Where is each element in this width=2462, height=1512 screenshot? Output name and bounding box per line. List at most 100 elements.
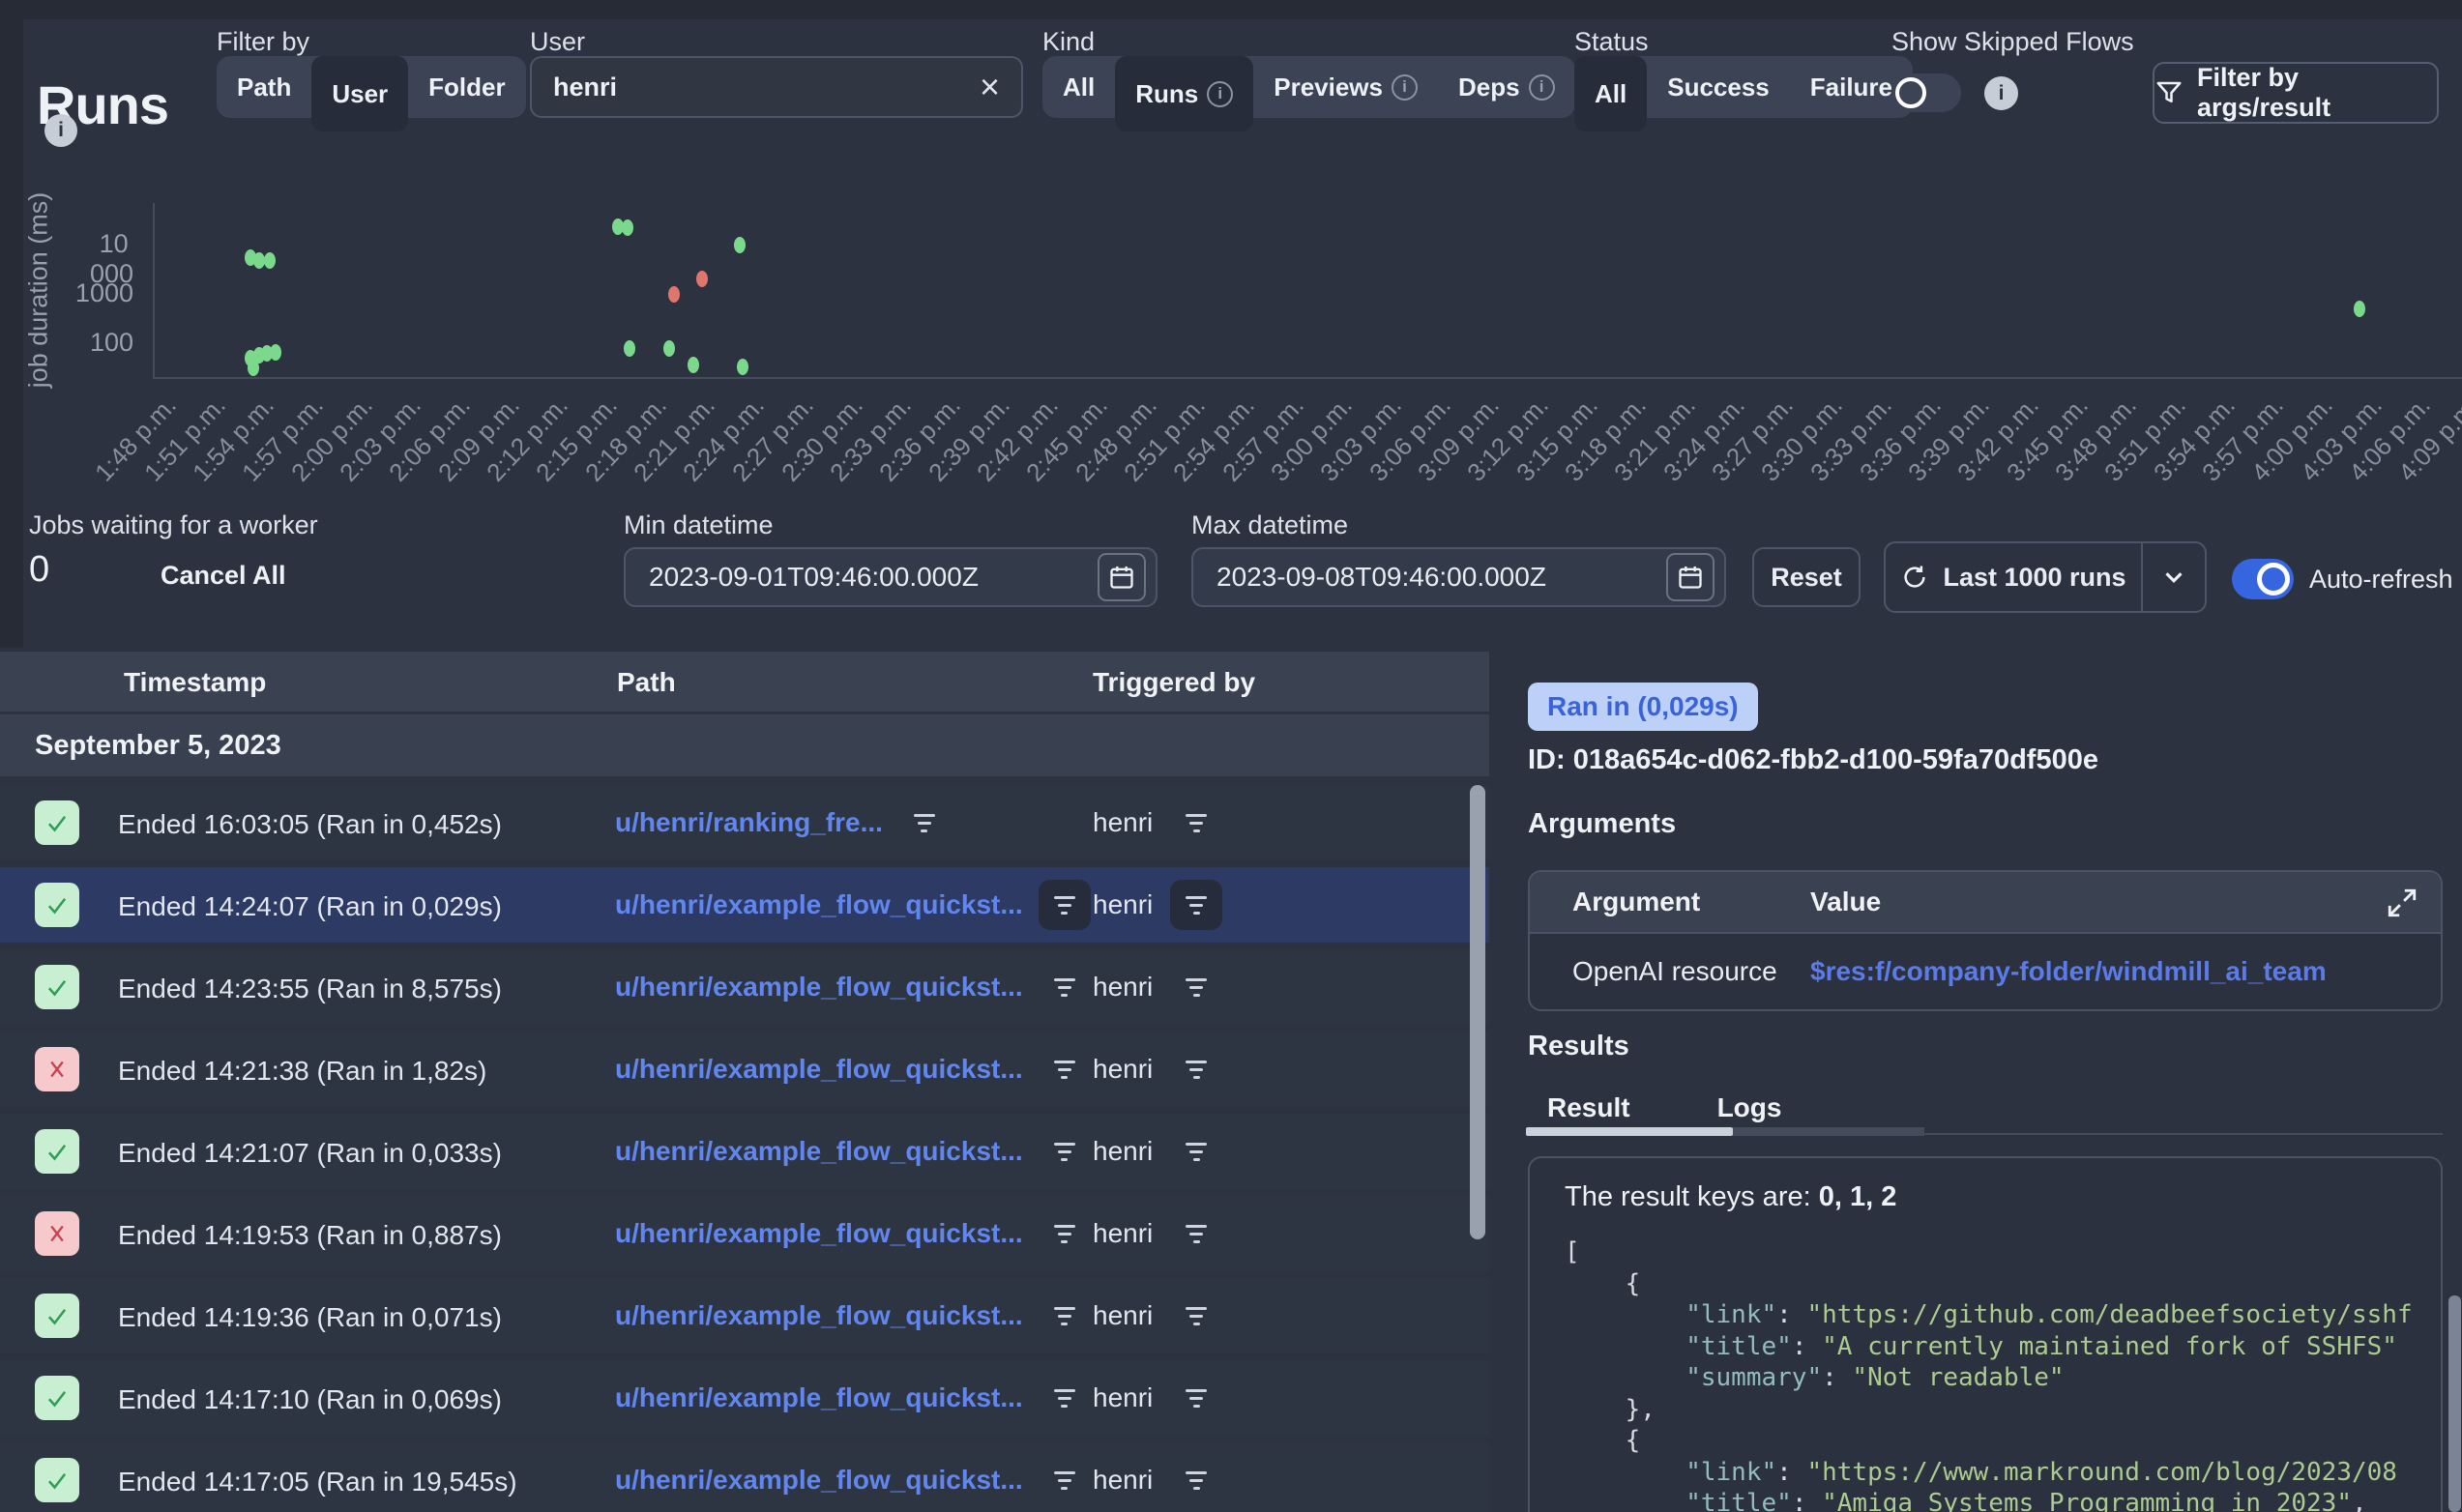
filter-lines-icon: [1054, 1307, 1075, 1325]
details-scrollbar-thumb[interactable]: [2448, 1295, 2461, 1512]
filter-by-option-path[interactable]: Path: [217, 56, 311, 118]
auto-refresh-label: Auto-refresh: [2309, 565, 2453, 595]
filter-by-path-button[interactable]: [1039, 1044, 1091, 1094]
scatter-point-success[interactable]: [734, 237, 746, 253]
filter-by-user-button[interactable]: [1170, 1126, 1222, 1177]
run-row[interactable]: Ended 16:03:05 (Ran in 0,452s)u/henri/ra…: [0, 785, 1489, 860]
show-skipped-toggle[interactable]: [1891, 73, 1961, 112]
run-path-link[interactable]: u/henri/example_flow_quickst...: [615, 972, 1023, 1003]
filter-by-user-button[interactable]: [1170, 1044, 1222, 1094]
run-row[interactable]: Ended 14:17:05 (Ran in 19,545s)u/henri/e…: [0, 1442, 1489, 1512]
scatter-point-failure[interactable]: [696, 271, 708, 287]
scatter-point-success[interactable]: [2354, 301, 2365, 317]
filter-by-user-button[interactable]: [1170, 880, 1222, 930]
expand-icon[interactable]: [2385, 886, 2419, 920]
kind-option-all[interactable]: All: [1042, 56, 1115, 118]
filter-by-path-button[interactable]: [1039, 880, 1091, 930]
show-skipped-info-icon[interactable]: i: [1984, 76, 2018, 110]
filter-by-user-button[interactable]: [1170, 1208, 1222, 1259]
run-row[interactable]: Ended 14:19:53 (Ran in 0,887s)u/henri/ex…: [0, 1196, 1489, 1271]
calendar-button[interactable]: [1098, 553, 1146, 601]
last-1000-runs-button[interactable]: Last 1000 runs: [1884, 541, 2207, 613]
run-path-link[interactable]: u/henri/ranking_fre...: [615, 807, 883, 838]
run-triggered-cell: henri: [1093, 1114, 1222, 1189]
run-row[interactable]: Ended 14:21:07 (Ran in 0,033s)u/henri/ex…: [0, 1114, 1489, 1189]
y-axis-line: [153, 203, 155, 377]
filter-by-user-button[interactable]: [1170, 1455, 1222, 1505]
tab-logs[interactable]: Logs: [1717, 1092, 1782, 1123]
scatter-point-success[interactable]: [688, 357, 699, 373]
scatter-point-success[interactable]: [737, 359, 748, 375]
chevron-down-icon[interactable]: [2143, 563, 2205, 592]
filter-by-user-button[interactable]: [1170, 962, 1222, 1012]
run-row[interactable]: Ended 14:17:10 (Ran in 0,069s)u/henri/ex…: [0, 1360, 1489, 1436]
run-path-cell: u/henri/example_flow_quickst...: [615, 949, 1091, 1025]
auto-refresh-toggle[interactable]: [2232, 559, 2294, 599]
clear-user-icon[interactable]: ×: [980, 70, 1000, 104]
run-path-link[interactable]: u/henri/example_flow_quickst...: [615, 1300, 1023, 1331]
filter-by-path-button[interactable]: [1039, 1126, 1091, 1177]
scatter-point-success[interactable]: [264, 252, 276, 269]
run-path-link[interactable]: u/henri/example_flow_quickst...: [615, 1465, 1023, 1496]
table-scrollbar-thumb[interactable]: [1470, 785, 1485, 1239]
status-option-success[interactable]: Success: [1647, 56, 1790, 118]
kind-option-previews[interactable]: Previewsi: [1253, 56, 1438, 118]
run-triggered-by: henri: [1093, 1300, 1153, 1331]
filter-by-user-button[interactable]: [1170, 1373, 1222, 1423]
reset-button[interactable]: Reset: [1752, 547, 1861, 607]
run-timestamp: Ended 14:24:07 (Ran in 0,029s): [118, 891, 502, 922]
filter-by-user-button[interactable]: [1170, 798, 1222, 848]
scatter-point-success[interactable]: [663, 340, 675, 357]
scatter-point-success[interactable]: [624, 340, 635, 357]
max-datetime-input[interactable]: 2023-09-08T09:46:00.000Z: [1191, 547, 1726, 607]
filter-by-path-button[interactable]: [1039, 1455, 1091, 1505]
success-check-icon: [35, 800, 79, 845]
argument-column: Argument: [1572, 887, 1700, 917]
scatter-point-success[interactable]: [253, 252, 265, 269]
filter-by-path-button[interactable]: [898, 798, 951, 848]
filter-by-option-user[interactable]: User: [311, 56, 408, 131]
kind-option-deps[interactable]: Depsi: [1438, 56, 1575, 118]
kind-option-runs[interactable]: Runsi: [1115, 56, 1253, 131]
max-datetime-label: Max datetime: [1191, 510, 1348, 540]
run-path-cell: u/henri/example_flow_quickst...: [615, 1278, 1091, 1353]
runs-info-icon[interactable]: i: [44, 114, 77, 147]
run-path-link[interactable]: u/henri/example_flow_quickst...: [615, 1054, 1023, 1085]
scatter-point-success[interactable]: [270, 344, 281, 361]
scatter-point-failure[interactable]: [668, 286, 680, 303]
run-row[interactable]: Ended 14:21:38 (Ran in 1,82s)u/henri/exa…: [0, 1032, 1489, 1107]
filter-by-path-button[interactable]: [1039, 1373, 1091, 1423]
info-icon[interactable]: i: [1392, 74, 1418, 101]
info-icon[interactable]: i: [1529, 74, 1555, 101]
option-label: All: [1063, 56, 1095, 118]
filter-by-path-button[interactable]: [1039, 1208, 1091, 1259]
run-row[interactable]: Ended 14:24:07 (Ran in 0,029s) u/henri/ex…: [0, 867, 1489, 943]
refresh-runs-button[interactable]: Last 1000 runs: [1886, 563, 2141, 593]
run-path-link[interactable]: u/henri/example_flow_quickst...: [615, 1218, 1023, 1249]
filter-by-user-button[interactable]: [1170, 1291, 1222, 1341]
filter-lines-icon: [1054, 1143, 1075, 1161]
scatter-point-success[interactable]: [622, 219, 633, 236]
status-option-all[interactable]: All: [1574, 56, 1647, 131]
argument-value-link[interactable]: $res:f/company-folder/windmill_ai_team: [1810, 956, 2327, 987]
filter-by-path-button[interactable]: [1039, 1291, 1091, 1341]
run-path-link[interactable]: u/henri/example_flow_quickst...: [615, 889, 1023, 920]
run-triggered-cell: henri: [1093, 1442, 1222, 1512]
info-icon[interactable]: i: [1207, 81, 1233, 107]
column-triggered-by: Triggered by: [1093, 667, 1255, 698]
run-path-cell: u/henri/ranking_fre...: [615, 785, 951, 860]
filter-by-args-result-button[interactable]: Filter by args/result: [2153, 62, 2439, 124]
run-path-link[interactable]: u/henri/example_flow_quickst...: [615, 1382, 1023, 1413]
run-triggered-by: henri: [1093, 1465, 1153, 1496]
user-filter-input[interactable]: henri ×: [530, 56, 1023, 118]
filter-by-path-button[interactable]: [1039, 962, 1091, 1012]
run-row[interactable]: Ended 14:23:55 (Ran in 8,575s)u/henri/ex…: [0, 949, 1489, 1025]
calendar-button[interactable]: [1666, 553, 1715, 601]
run-path-link[interactable]: u/henri/example_flow_quickst...: [615, 1136, 1023, 1167]
tab-result[interactable]: Result: [1547, 1092, 1630, 1123]
cancel-all-button[interactable]: Cancel All: [161, 561, 286, 591]
run-row[interactable]: Ended 14:19:36 (Ran in 0,071s)u/henri/ex…: [0, 1278, 1489, 1353]
filter-by-option-folder[interactable]: Folder: [408, 56, 525, 118]
min-datetime-input[interactable]: 2023-09-01T09:46:00.000Z: [624, 547, 1158, 607]
scatter-point-success[interactable]: [248, 360, 259, 376]
